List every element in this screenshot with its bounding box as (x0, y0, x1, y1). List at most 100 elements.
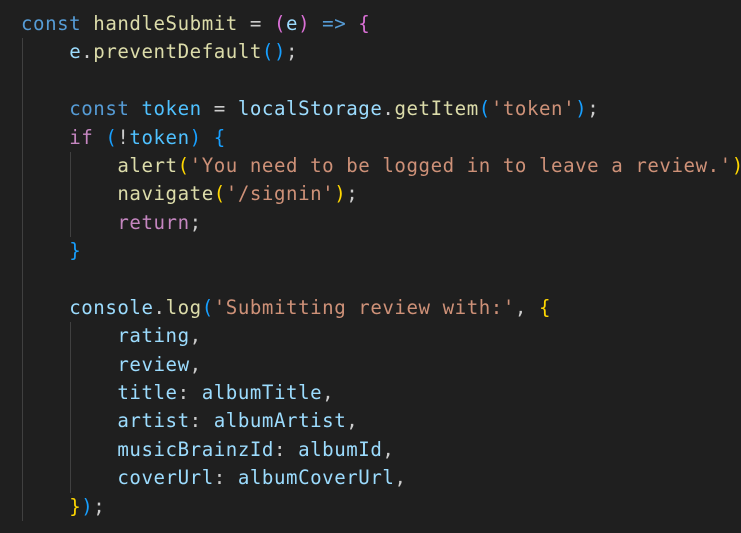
code-token: : (213, 466, 238, 490)
indent-guide (69, 151, 71, 181)
code-lines[interactable]: const handleSubmit = (e) => { e.preventD… (21, 10, 741, 522)
code-token: { (538, 295, 552, 319)
code-line[interactable]: if (!token) { (21, 123, 741, 152)
indent-guide (69, 379, 71, 408)
code-line[interactable]: }); (21, 492, 741, 522)
code-token: albumArtist (213, 409, 347, 433)
code-token: token (141, 97, 202, 121)
code-line[interactable]: title: albumTitle, (21, 379, 741, 408)
code-token: } (69, 239, 82, 263)
code-line[interactable]: alert('You need to be logged in to leave… (21, 151, 741, 181)
code-token: . (153, 295, 166, 319)
code-token: ( (105, 125, 118, 149)
code-token: ) (334, 182, 347, 206)
code-token: , (514, 295, 539, 319)
code-line[interactable]: console.log('Submitting review with:', { (21, 293, 741, 323)
code-token: ; (189, 210, 202, 234)
code-token: musicBrainzId (117, 437, 274, 461)
code-token: handleSubmit (93, 12, 238, 35)
indent-guide (22, 95, 23, 124)
code-editor[interactable]: const handleSubmit = (e) => { e.preventD… (0, 0, 741, 533)
indent-guide (22, 407, 23, 436)
code-token: ( (201, 295, 214, 319)
code-token: { (358, 12, 371, 35)
code-token: () (261, 40, 287, 64)
indent-guide (22, 293, 23, 323)
indent-guide (22, 435, 23, 465)
code-token: , (382, 437, 395, 461)
indent-guide (22, 492, 23, 522)
indent-guide (22, 464, 23, 493)
code-token: ( (273, 12, 287, 35)
code-token: ) (189, 125, 202, 149)
code-token: 'You need to be logged in to leave a rev… (189, 153, 732, 177)
code-token: getItem (394, 97, 479, 121)
code-token: : (273, 437, 299, 461)
code-token: => (322, 12, 347, 35)
code-line[interactable]: coverUrl: albumCoverUrl, (21, 464, 741, 493)
code-token: rating (117, 324, 190, 348)
code-line[interactable]: const handleSubmit = (e) => { (21, 10, 741, 38)
code-token: } (69, 494, 82, 518)
indent-guide (69, 350, 71, 380)
code-token: console (69, 295, 154, 319)
code-token: , (189, 324, 202, 348)
code-token: 'token' (490, 97, 576, 121)
code-token: title (117, 381, 178, 405)
code-token: e (286, 12, 299, 35)
code-line[interactable]: artist: albumArtist, (21, 407, 741, 436)
code-line[interactable]: navigate('/signin'); (21, 180, 741, 209)
indent-guide (22, 350, 23, 380)
code-line[interactable]: musicBrainzId: albumId, (21, 435, 741, 465)
code-token: ) (298, 12, 311, 35)
code-token: const (69, 97, 130, 121)
code-token: = (237, 12, 274, 35)
code-token: ( (213, 182, 226, 206)
indent-guide (22, 265, 23, 294)
code-line[interactable]: rating, (21, 322, 741, 351)
code-line[interactable]: return; (21, 208, 741, 238)
code-token: const (21, 12, 82, 35)
code-token: ! (117, 125, 130, 149)
code-token: , (346, 409, 359, 433)
code-line[interactable]: } (21, 237, 741, 266)
indent-guide (69, 180, 71, 209)
code-token: albumId (298, 437, 383, 461)
code-token: . (382, 97, 395, 121)
code-token: ; (587, 97, 600, 121)
indent-guide (69, 407, 71, 436)
code-line[interactable] (21, 265, 741, 294)
code-token: ) (732, 154, 741, 177)
code-token: : (177, 381, 202, 405)
code-token: ; (346, 182, 359, 206)
code-line[interactable]: e.preventDefault(); (21, 38, 741, 67)
code-line[interactable]: const token = localStorage.getItem('toke… (21, 95, 741, 124)
indent-guide (22, 379, 23, 408)
indent-guide (22, 322, 23, 351)
indent-guide (69, 208, 71, 238)
code-line[interactable]: review, (21, 350, 741, 380)
code-token: ; (93, 494, 106, 518)
code-token: albumTitle (201, 381, 323, 405)
code-token: , (394, 466, 407, 490)
code-token: navigate (117, 182, 214, 206)
code-token: = (201, 97, 238, 121)
code-line[interactable] (21, 66, 741, 96)
indent-guide (22, 208, 23, 238)
code-token: ( (177, 153, 190, 177)
code-token: e (69, 40, 82, 64)
code-token: ) (81, 494, 94, 518)
